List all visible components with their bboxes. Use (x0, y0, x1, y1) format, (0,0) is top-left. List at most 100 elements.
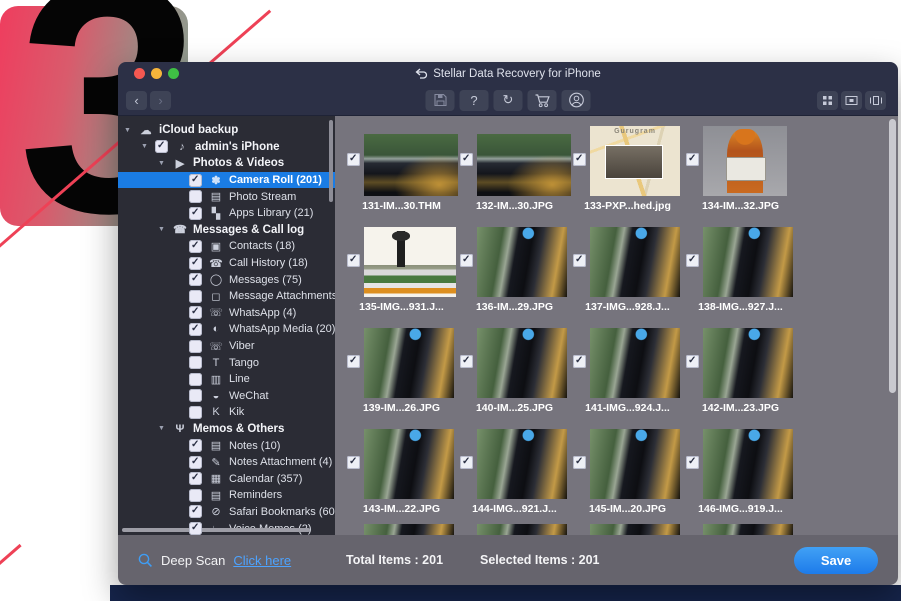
grid-checkbox[interactable] (460, 355, 473, 368)
tree-row[interactable]: ▼ ♪ admin's iPhone (118, 139, 335, 156)
tree-checkbox[interactable] (189, 389, 202, 402)
tree-checkbox[interactable] (189, 472, 202, 485)
refresh-button[interactable]: ↻ (494, 90, 523, 111)
tree-row[interactable]: ▼ ◻ Message Attachments (118, 288, 335, 305)
grid-checkbox[interactable] (347, 254, 360, 267)
tree-checkbox[interactable] (189, 174, 202, 187)
grid-checkbox[interactable] (573, 254, 586, 267)
tree-checkbox[interactable] (189, 439, 202, 452)
tree-row[interactable]: ▼ ▚ Apps Library (21) (118, 205, 335, 222)
disclosure-triangle[interactable]: ▼ (158, 226, 168, 233)
thumbnail-partial[interactable] (590, 524, 680, 535)
thumbnail[interactable] (703, 227, 793, 297)
tree-checkbox[interactable] (189, 290, 202, 303)
tree-row[interactable]: ▼ ▤ Notes (10) (118, 437, 335, 454)
thumbnail[interactable] (590, 328, 680, 398)
thumbnail[interactable] (477, 328, 567, 398)
tree-row[interactable]: ▼ ▤ Reminders (118, 487, 335, 504)
close-button[interactable] (134, 68, 145, 79)
tree-row[interactable]: ▼ ◯ Messages (75) (118, 271, 335, 288)
coverflow-view-button[interactable] (865, 91, 886, 110)
account-button[interactable] (562, 90, 591, 111)
thumbnail[interactable] (364, 134, 458, 196)
tree-row[interactable]: ▼ ▣ Contacts (18) (118, 238, 335, 255)
thumbnail[interactable] (364, 227, 456, 297)
tree-checkbox[interactable] (189, 356, 202, 369)
grid-checkbox[interactable] (347, 153, 360, 166)
tree-row[interactable]: ▼ ⊘ Safari Bookmarks (60) (118, 504, 335, 521)
disclosure-triangle[interactable]: ▼ (158, 425, 168, 432)
tree-checkbox[interactable] (189, 306, 202, 319)
grid-checkbox[interactable] (347, 456, 360, 469)
tree-checkbox[interactable] (189, 489, 202, 502)
thumbnail[interactable] (477, 227, 567, 297)
tree-checkbox[interactable] (189, 456, 202, 469)
thumbnail[interactable]: Gurugram (590, 126, 680, 196)
grid-checkbox[interactable] (573, 153, 586, 166)
tree-checkbox[interactable] (189, 207, 202, 220)
thumbnail[interactable] (364, 328, 454, 398)
tree-checkbox[interactable] (189, 373, 202, 386)
thumbnail[interactable] (703, 328, 793, 398)
grid-checkbox[interactable] (686, 153, 699, 166)
tree-checkbox[interactable] (189, 240, 202, 253)
tree-checkbox[interactable] (189, 323, 202, 336)
tree-row[interactable]: ▼ ▤ Photo Stream (118, 188, 335, 205)
thumbnail-partial[interactable] (477, 524, 567, 535)
zoom-button[interactable] (168, 68, 179, 79)
minimize-button[interactable] (151, 68, 162, 79)
tree-row[interactable]: ▼ K Kik (118, 404, 335, 421)
thumbnail[interactable] (590, 227, 680, 297)
thumbnail[interactable] (477, 134, 571, 196)
save-toolbar-button[interactable] (426, 90, 455, 111)
grid-checkbox[interactable] (460, 254, 473, 267)
grid-checkbox[interactable] (347, 355, 360, 368)
tree-row[interactable]: ▼ ☁ iCloud backup (118, 122, 335, 139)
save-button[interactable]: Save (794, 547, 878, 574)
tree-row[interactable]: ▼ ✽ Camera Roll (201) (118, 172, 335, 189)
disclosure-triangle[interactable]: ▼ (141, 143, 151, 150)
thumbnail[interactable] (590, 429, 680, 499)
tree-checkbox[interactable] (189, 340, 202, 353)
content-scrollbar-thumb[interactable] (889, 119, 896, 393)
grid-checkbox[interactable] (686, 254, 699, 267)
sidebar-vertical-scrollbar[interactable] (329, 120, 333, 202)
grid-view-button[interactable] (817, 91, 838, 110)
disclosure-triangle[interactable]: ▼ (124, 127, 134, 134)
tree-row[interactable]: ▼ ☎ Call History (18) (118, 255, 335, 272)
tree-checkbox[interactable] (189, 257, 202, 270)
grid-checkbox[interactable] (460, 153, 473, 166)
tree-row[interactable]: ▼ Ψ Memos & Others (118, 421, 335, 438)
thumbnail-partial[interactable] (703, 524, 793, 535)
tree-checkbox[interactable] (189, 522, 202, 535)
nav-back-button[interactable]: ‹ (126, 91, 147, 110)
tree-row[interactable]: ▼ ✎ Notes Attachment (4) (118, 454, 335, 471)
tree-row[interactable]: ▼ ▦ Calendar (357) (118, 470, 335, 487)
grid-checkbox[interactable] (686, 456, 699, 469)
grid-checkbox[interactable] (573, 456, 586, 469)
sidebar-horizontal-scrollbar[interactable] (122, 528, 310, 532)
help-button[interactable]: ? (460, 90, 489, 111)
tree-checkbox[interactable] (189, 190, 202, 203)
thumbnail[interactable] (703, 126, 787, 196)
grid-checkbox[interactable] (460, 456, 473, 469)
nav-forward-button[interactable]: › (150, 91, 171, 110)
tree-row[interactable]: ▼ ◐ WhatsApp Media (20) (118, 321, 335, 338)
grid-checkbox[interactable] (573, 355, 586, 368)
tree-row[interactable]: ▼ ▶ Photos & Videos (118, 155, 335, 172)
tree-row[interactable]: ▼ ☏ Viber (118, 338, 335, 355)
tree-row[interactable]: ▼ ☏ WhatsApp (4) (118, 305, 335, 322)
thumbnail[interactable] (477, 429, 567, 499)
thumbnail[interactable] (703, 429, 793, 499)
tree-checkbox[interactable] (189, 406, 202, 419)
tree-checkbox[interactable] (155, 140, 168, 153)
deep-scan-link[interactable]: Click here (233, 553, 291, 568)
preview-view-button[interactable] (841, 91, 862, 110)
tree-row[interactable]: ▼ ◒ WeChat (118, 388, 335, 405)
grid-checkbox[interactable] (686, 355, 699, 368)
thumbnail[interactable] (364, 429, 454, 499)
purchase-button[interactable] (528, 90, 557, 111)
tree-row[interactable]: ▼ T Tango (118, 354, 335, 371)
tree-row[interactable]: ▼ ☎ Messages & Call log (118, 222, 335, 239)
tree-row[interactable]: ▼ ▥ Line (118, 371, 335, 388)
